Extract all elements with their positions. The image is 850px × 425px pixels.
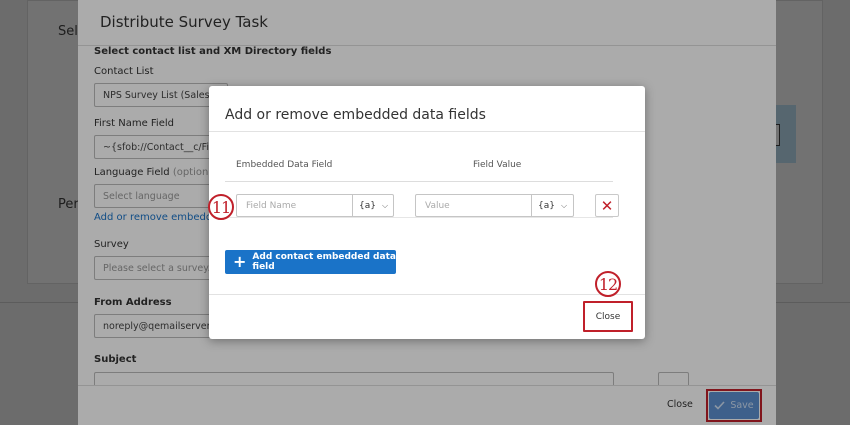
close-highlight-box (583, 301, 633, 332)
field-value-group: Value {a} ⌵ (415, 194, 574, 217)
add-button-label: Add contact embedded data field (252, 252, 396, 272)
chevron-down-icon: ⌵ (560, 200, 568, 210)
add-contact-embedded-data-field-button[interactable]: + Add contact embedded data field (225, 250, 396, 274)
modal-footer-divider (209, 294, 645, 295)
field-name-group: Field Name {a} ⌵ (236, 194, 394, 217)
embedded-data-modal: Add or remove embedded data fields Embed… (209, 86, 645, 339)
column-header-embedded-field: Embedded Data Field (236, 160, 333, 170)
column-header-field-value: Field Value (473, 160, 522, 170)
step-badge-12: 12 (595, 271, 621, 297)
header-divider (225, 181, 613, 182)
piped-text-label: {a} (358, 200, 376, 211)
field-value-piped-text-button[interactable]: {a} ⌵ (531, 195, 573, 216)
modal-header: Add or remove embedded data fields (209, 86, 645, 132)
remove-field-button[interactable]: ✕ (595, 194, 619, 217)
row-divider (225, 217, 613, 218)
piped-text-label: {a} (537, 200, 555, 211)
plus-icon: + (233, 252, 247, 271)
close-x-icon: ✕ (600, 196, 614, 215)
modal-title: Add or remove embedded data fields (225, 107, 486, 123)
chevron-down-icon: ⌵ (381, 200, 389, 210)
field-value-input[interactable]: Value (416, 195, 532, 216)
step-badge-11: 11 (208, 194, 234, 220)
field-name-input[interactable]: Field Name (237, 195, 353, 216)
field-name-piped-text-button[interactable]: {a} ⌵ (352, 195, 394, 216)
